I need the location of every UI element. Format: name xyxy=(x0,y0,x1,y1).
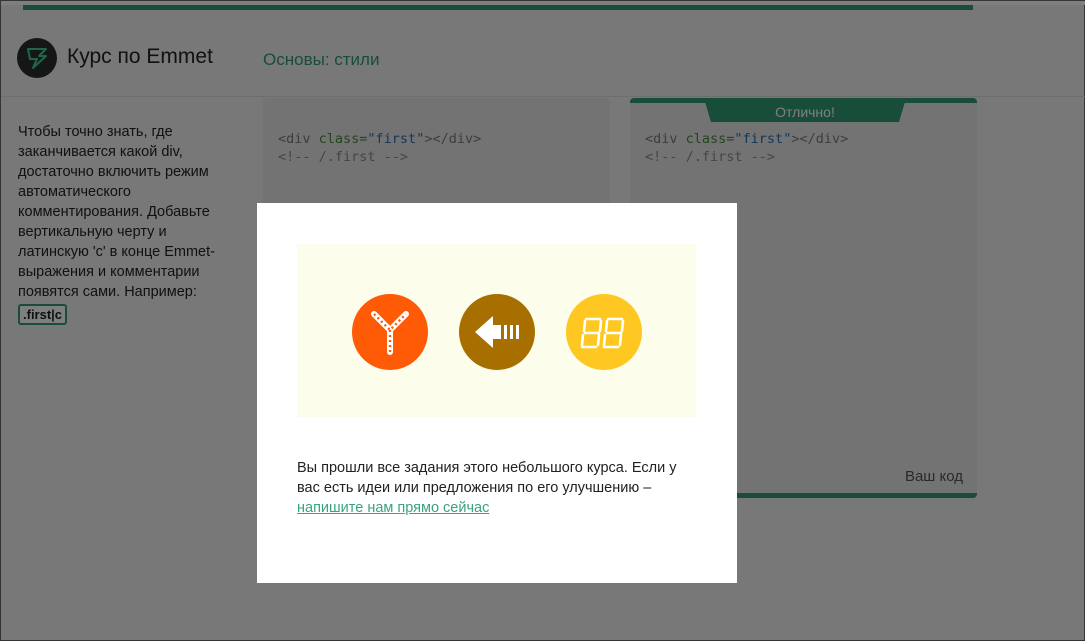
badges-area xyxy=(297,244,696,417)
arrow-badge-icon xyxy=(459,294,535,370)
zipper-badge-icon xyxy=(352,294,428,370)
completion-message-text: Вы прошли все задания этого небольшого к… xyxy=(297,460,677,496)
digital-display-badge-icon xyxy=(566,294,642,370)
contact-us-link[interactable]: напишите нам прямо сейчас xyxy=(297,500,489,516)
completion-message: Вы прошли все задания этого небольшого к… xyxy=(297,458,697,518)
course-complete-modal: Вы прошли все задания этого небольшого к… xyxy=(257,203,737,583)
